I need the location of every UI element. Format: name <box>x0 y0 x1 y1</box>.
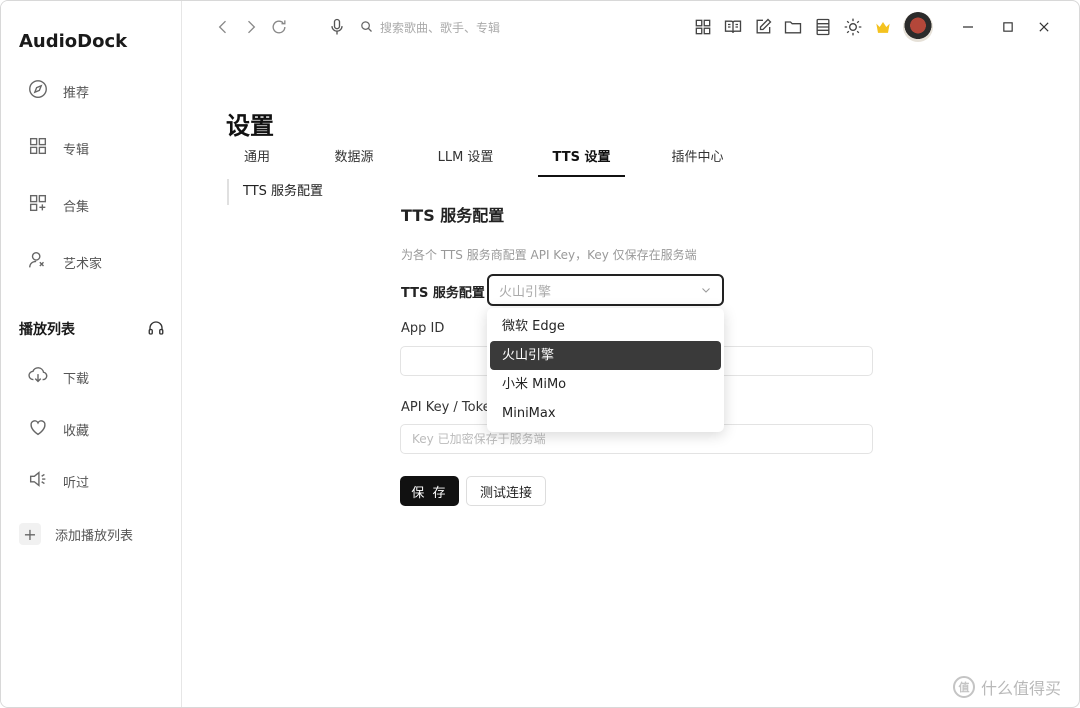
section-heading: TTS 服务配置 <box>401 206 505 225</box>
grid-icon <box>27 135 49 161</box>
artist-icon <box>27 249 49 275</box>
sidebar-item-label: 下载 <box>63 371 90 387</box>
sidebar-item-albums[interactable]: 专辑 <box>27 133 89 163</box>
watermark-badge: 值 <box>953 676 975 698</box>
app-id-label: App ID <box>401 321 445 336</box>
tab-general[interactable]: 通用 <box>223 141 291 177</box>
close-icon[interactable] <box>1034 17 1054 37</box>
sidebar-item-downloads[interactable]: 下载 <box>27 362 89 392</box>
book-icon[interactable] <box>723 17 743 37</box>
search-bar <box>359 17 580 39</box>
plus-icon: + <box>19 523 41 545</box>
service-dropdown: 微软 Edge 火山引擎 小米 MiMo MiniMax <box>487 308 724 432</box>
service-select[interactable]: 火山引擎 <box>487 274 724 306</box>
crown-icon[interactable] <box>873 17 893 37</box>
cloud-download-icon <box>27 364 49 390</box>
section-description: 为各个 TTS 服务商配置 API Key，Key 仅保存在服务端 <box>401 248 697 262</box>
subnav-tts-service[interactable]: TTS 服务配置 <box>227 179 323 205</box>
save-button[interactable]: 保 存 <box>400 476 459 506</box>
tab-tts-settings[interactable]: TTS 设置 <box>538 141 625 177</box>
edit-icon[interactable] <box>753 17 773 37</box>
tab-data-source[interactable]: 数据源 <box>318 141 390 177</box>
selected-service: 火山引擎 <box>499 284 552 300</box>
maximize-icon[interactable] <box>998 17 1018 37</box>
watermark: 值 什么值得买 <box>953 675 1061 699</box>
option-minimax[interactable]: MiniMax <box>490 399 721 428</box>
api-key-label: API Key / Token <box>401 400 499 415</box>
sidebar-item-label: 收藏 <box>63 423 90 439</box>
sidebar-item-artists[interactable]: 艺术家 <box>27 247 102 277</box>
forward-icon[interactable] <box>241 17 261 37</box>
add-playlist-button[interactable]: + 添加播放列表 <box>19 521 133 547</box>
grid-view-icon[interactable] <box>693 17 713 37</box>
sun-icon[interactable] <box>843 17 863 37</box>
grid-plus-icon <box>27 192 49 218</box>
headphones-icon[interactable] <box>147 319 165 337</box>
sidebar-item-label: 艺术家 <box>63 256 103 272</box>
playlist-section-title: 播放列表 <box>19 322 75 338</box>
service-label: TTS 服务配置 <box>401 286 485 301</box>
sidebar-item-history[interactable]: 听过 <box>27 466 89 496</box>
sidebar-item-label: 合集 <box>63 199 90 215</box>
option-microsoft-edge[interactable]: 微软 Edge <box>490 312 721 341</box>
speaker-icon <box>27 468 49 494</box>
chevron-down-icon <box>700 284 712 296</box>
heart-icon <box>27 416 49 442</box>
search-input[interactable] <box>380 21 580 35</box>
top-bar <box>183 1 1079 57</box>
sidebar-item-label: 推荐 <box>63 85 90 101</box>
page-title: 设置 <box>226 112 274 140</box>
sidebar-item-favorites[interactable]: 收藏 <box>27 414 89 444</box>
avatar[interactable] <box>903 12 933 42</box>
app-window: AudioDock 推荐 专辑 合集 艺术家 播放列表 下载 收藏 听过 + 添… <box>0 0 1080 708</box>
sidebar: AudioDock 推荐 专辑 合集 艺术家 播放列表 下载 收藏 听过 + 添… <box>1 1 182 707</box>
microphone-icon[interactable] <box>327 17 347 37</box>
sidebar-item-label: 专辑 <box>63 142 90 158</box>
folder-icon[interactable] <box>783 17 803 37</box>
compass-icon <box>27 78 49 104</box>
test-connection-button[interactable]: 测试连接 <box>466 476 546 506</box>
option-xiaomi-mimo[interactable]: 小米 MiMo <box>490 370 721 399</box>
sidebar-item-label: 听过 <box>63 475 90 491</box>
add-playlist-label: 添加播放列表 <box>55 528 134 544</box>
tab-llm-settings[interactable]: LLM 设置 <box>423 141 508 177</box>
watermark-text: 什么值得买 <box>981 679 1062 698</box>
back-icon[interactable] <box>213 17 233 37</box>
app-brand: AudioDock <box>19 31 128 52</box>
sidebar-item-collections[interactable]: 合集 <box>27 190 89 220</box>
option-volcengine[interactable]: 火山引擎 <box>490 341 721 370</box>
sidebar-item-recommend[interactable]: 推荐 <box>27 76 89 106</box>
tab-plugin-center[interactable]: 插件中心 <box>655 141 740 177</box>
minimize-icon[interactable] <box>958 17 978 37</box>
search-icon <box>359 19 374 38</box>
refresh-icon[interactable] <box>269 17 289 37</box>
film-icon[interactable] <box>813 17 833 37</box>
